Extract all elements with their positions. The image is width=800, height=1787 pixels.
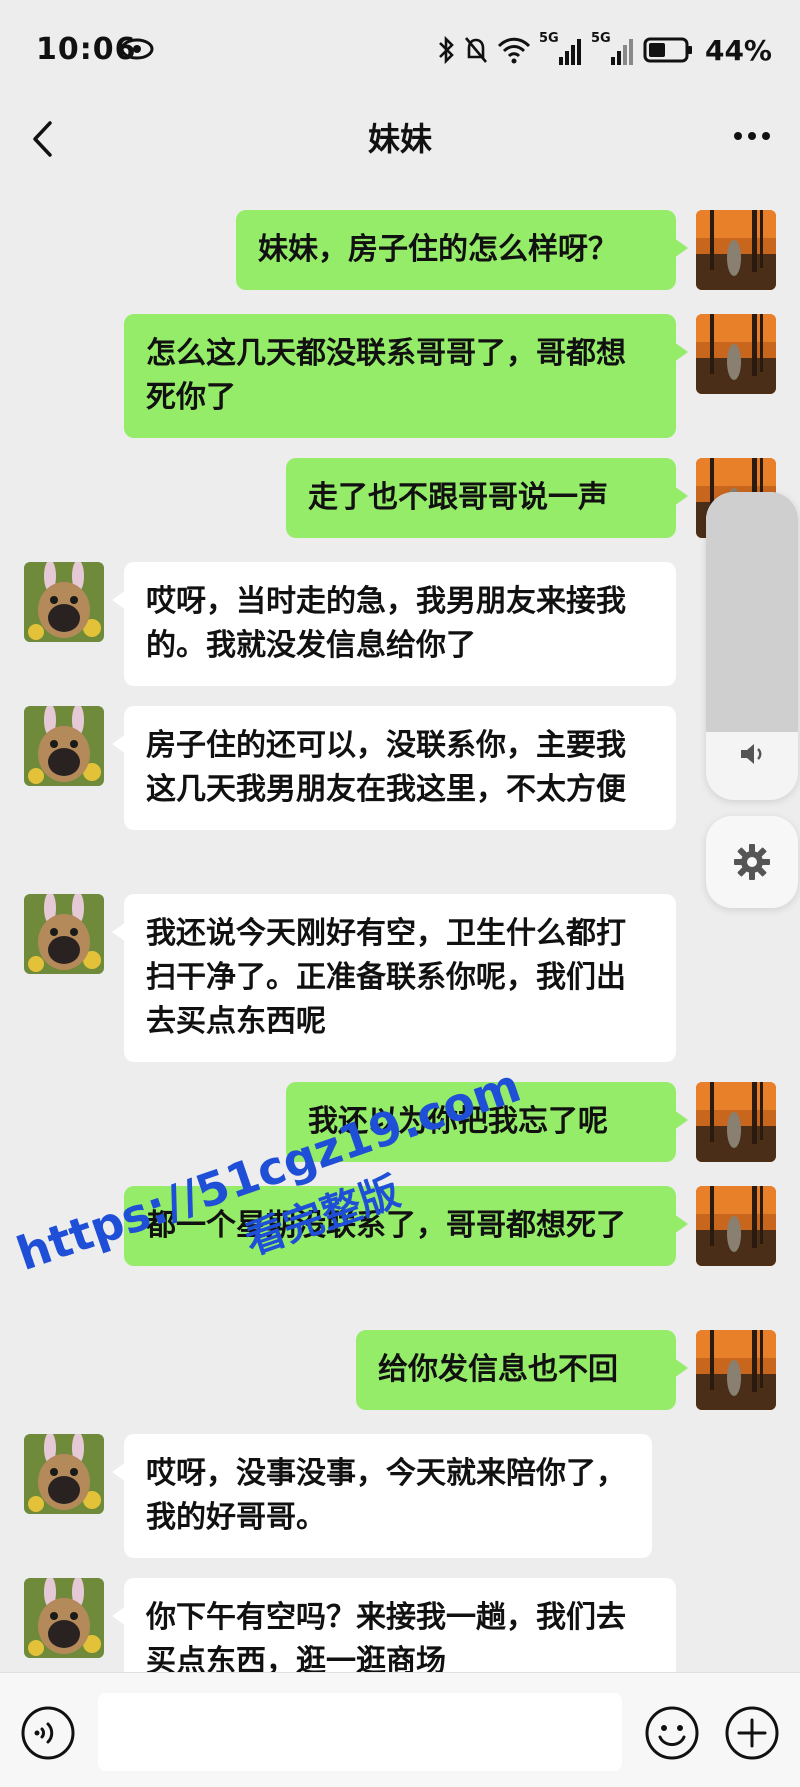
eye-icon (120, 38, 154, 60)
message-bubble-incoming[interactable]: 哎呀，没事没事，今天就来陪你了，我的好哥哥。 (112, 1434, 652, 1558)
message-text: 哎呀，当时走的急，我男朋友来接我的。我就没发信息给你了 (146, 584, 626, 663)
message-bubble-incoming[interactable]: 房子住的还可以，没联系你，主要我这几天我男朋友在我这里，不太方便 (112, 706, 676, 830)
message-bubble-incoming[interactable]: 哎呀，当时走的急，我男朋友来接我的。我就没发信息给你了 (112, 562, 676, 686)
message-text: 走了也不跟哥哥说一声 (308, 480, 608, 515)
avatar-me[interactable] (696, 314, 776, 394)
message-row: 给你发信息也不回 (0, 1330, 800, 1414)
volume-slider[interactable] (706, 492, 798, 800)
message-text: 我还以为你把我忘了呢 (308, 1104, 608, 1139)
message-bubble-incoming[interactable]: 你下午有空吗？来接我一趟，我们去买点东西，逛一逛商场 (112, 1578, 676, 1672)
emoji-icon[interactable] (644, 1705, 700, 1761)
message-bubble-outgoing[interactable]: 给你发信息也不回 (356, 1330, 688, 1410)
chat-header: 妹妹 (0, 100, 800, 180)
more-dots-icon[interactable] (732, 130, 772, 142)
signal-icon (558, 39, 581, 65)
avatar-her[interactable] (24, 894, 104, 974)
avatar-her[interactable] (24, 706, 104, 786)
message-text: 你下午有空吗？来接我一趟，我们去买点东西，逛一逛商场 (146, 1600, 626, 1672)
volume-settings-button[interactable] (706, 816, 798, 908)
signal-icon-2 (610, 39, 633, 65)
battery-icon (643, 37, 692, 63)
message-row: 你下午有空吗？来接我一趟，我们去买点东西，逛一逛商场 (0, 1578, 800, 1672)
message-row: 房子住的还可以，没联系你，主要我这几天我男朋友在我这里，不太方便 (0, 706, 800, 874)
message-row: 都一个星期没联系了，哥哥都想死了 (0, 1186, 800, 1310)
plus-icon[interactable] (724, 1705, 780, 1761)
mute-icon (464, 37, 487, 63)
message-text: 妹妹，房子住的怎么样呀？ (258, 232, 618, 267)
avatar-her[interactable] (24, 562, 104, 642)
input-bar (0, 1672, 800, 1787)
message-text: 房子住的还可以，没联系你，主要我这几天我男朋友在我这里，不太方便 (146, 728, 626, 807)
avatar-me[interactable] (696, 1186, 776, 1266)
message-row: 走了也不跟哥哥说一声 (0, 458, 800, 542)
message-text: 哎呀，没事没事，今天就来陪你了，我的好哥哥。 (146, 1456, 626, 1535)
avatar-her[interactable] (24, 1578, 104, 1658)
status-bar: 10:06 5G 5G 44% (0, 0, 800, 100)
battery-percent: 44% (704, 33, 772, 67)
message-row: 我还以为你把我忘了呢 (0, 1082, 800, 1166)
message-list[interactable]: 妹妹，房子住的怎么样呀？ 怎么这几天都没联系哥哥了，哥都想死你了 走了也不跟哥哥… (0, 180, 800, 1672)
message-text: 给你发信息也不回 (378, 1352, 618, 1387)
speaker-icon (741, 744, 762, 764)
message-row: 哎呀，没事没事，今天就来陪你了，我的好哥哥。 (0, 1434, 800, 1558)
message-bubble-outgoing[interactable]: 我还以为你把我忘了呢 (286, 1082, 688, 1162)
avatar-me[interactable] (696, 1330, 776, 1410)
bluetooth-icon (439, 35, 454, 65)
wifi-icon (497, 37, 531, 64)
message-row: 怎么这几天都没联系哥哥了，哥都想死你了 (0, 314, 800, 438)
message-input[interactable] (98, 1693, 622, 1771)
message-text: 我还说今天刚好有空，卫生什么都打扫干净了。正准备联系你呢，我们出去买点东西呢 (146, 916, 626, 1039)
message-row: 我还说今天刚好有空，卫生什么都打扫干净了。正准备联系你呢，我们出去买点东西呢 (0, 894, 800, 1062)
message-text: 怎么这几天都没联系哥哥了，哥都想死你了 (146, 336, 626, 415)
avatar-me[interactable] (696, 210, 776, 290)
chat-title: 妹妹 (367, 120, 432, 158)
voice-icon[interactable] (20, 1705, 76, 1761)
gear-icon (734, 844, 770, 880)
volume-level-fill (706, 492, 798, 732)
message-bubble-outgoing[interactable]: 都一个星期没联系了，哥哥都想死了 (124, 1186, 688, 1266)
message-bubble-incoming[interactable]: 我还说今天刚好有空，卫生什么都打扫干净了。正准备联系你呢，我们出去买点东西呢 (112, 894, 676, 1062)
message-bubble-outgoing[interactable]: 怎么这几天都没联系哥哥了，哥都想死你了 (124, 314, 688, 438)
status-icons: 5G 5G 44% (437, 30, 772, 70)
message-text: 都一个星期没联系了，哥哥都想死了 (146, 1208, 626, 1243)
message-bubble-outgoing[interactable]: 妹妹，房子住的怎么样呀？ (236, 210, 688, 290)
message-bubble-outgoing[interactable]: 走了也不跟哥哥说一声 (286, 458, 688, 538)
avatar-her[interactable] (24, 1434, 104, 1514)
message-row: 妹妹，房子住的怎么样呀？ (0, 210, 800, 294)
avatar-me[interactable] (696, 1082, 776, 1162)
message-row: 哎呀，当时走的急，我男朋友来接我的。我就没发信息给你了 (0, 562, 800, 686)
